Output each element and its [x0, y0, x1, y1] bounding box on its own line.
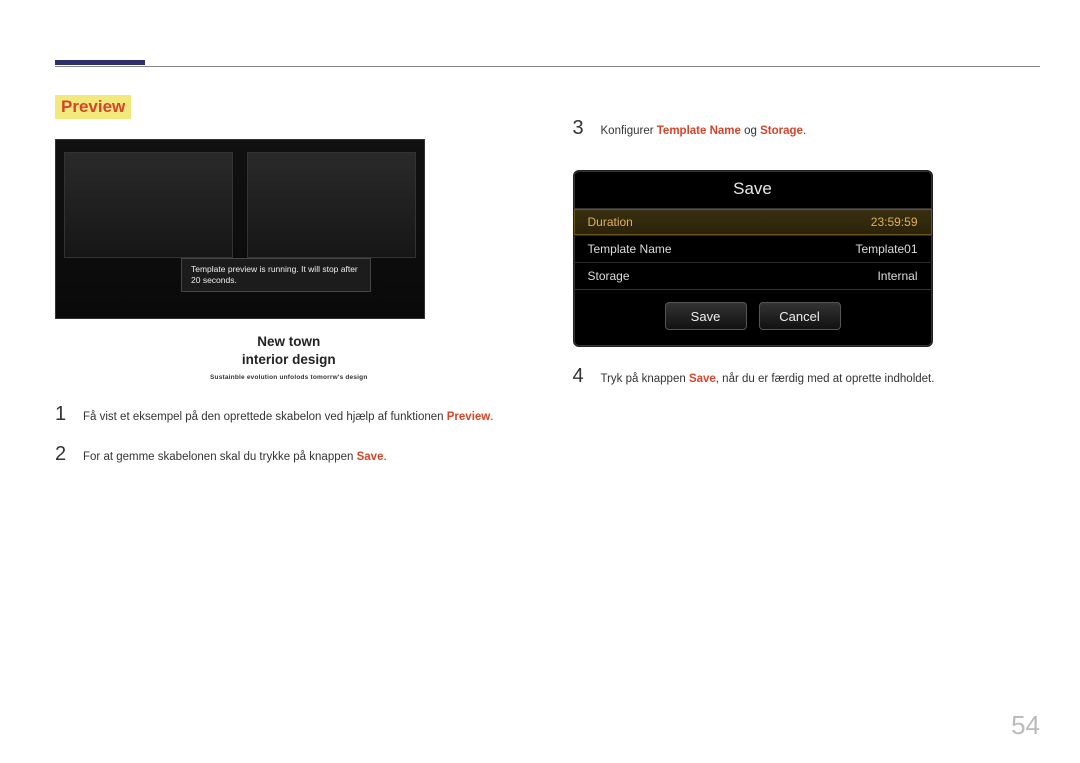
dialog-row-value: Template01 — [855, 242, 917, 256]
text-span: For at gemme skabelonen skal du trykke p… — [83, 451, 357, 463]
cancel-button[interactable]: Cancel — [759, 302, 841, 330]
step-text: Konfigurer Template Name og Storage. — [601, 123, 807, 140]
text-span: Tryk på knappen — [601, 373, 689, 385]
right-column: 3 Konfigurer Template Name og Storage. Sa… — [573, 95, 1041, 482]
dialog-row[interactable]: Duration 23:59:59 — [574, 209, 932, 236]
preview-toast: Template preview is running. It will sto… — [181, 258, 371, 292]
step-number: 4 — [573, 365, 587, 388]
dialog-row[interactable]: Template Name Template01 — [574, 236, 932, 263]
content-columns: Preview Template preview is running. It … — [55, 95, 1040, 482]
step-number: 2 — [55, 443, 69, 466]
preview-caption: New town interior design Sustainble evol… — [55, 333, 523, 381]
highlight-text: Save — [357, 451, 384, 463]
step-item: 3 Konfigurer Template Name og Storage. — [573, 117, 1041, 140]
preview-screenshot: Template preview is running. It will sto… — [55, 139, 425, 319]
step-number: 3 — [573, 117, 587, 140]
preview-panel-left — [64, 152, 233, 258]
dialog-row[interactable]: Storage Internal — [574, 263, 932, 289]
dialog-rows: Duration 23:59:59 Template Name Template01 S… — [574, 208, 932, 290]
right-step-4: 4 Tryk på knappen Save, når du er færdig … — [573, 365, 1041, 388]
header-accent-bar — [55, 60, 145, 65]
preview-background: Template preview is running. It will sto… — [56, 140, 424, 318]
text-span: Konfigurer — [601, 125, 657, 137]
step-text: Tryk på knappen Save, når du er færdig m… — [601, 371, 935, 388]
highlight-text: Preview — [447, 411, 490, 423]
text-span: Få vist et eksempel på den oprettede ska… — [83, 411, 447, 423]
caption-line2: interior design — [55, 351, 523, 369]
highlight-text: Save — [689, 373, 716, 385]
save-dialog: Save Duration23:59:59Template NameTempla… — [573, 170, 933, 347]
dialog-row-label: Storage — [588, 269, 630, 283]
text-span: . — [490, 411, 493, 423]
step-text: For at gemme skabelonen skal du trykke p… — [83, 449, 387, 466]
text-span: , når du er færdig med at oprette indhol… — [716, 373, 935, 385]
caption-subtitle: Sustainble evolution unfolods tomorrw's … — [55, 374, 523, 381]
dialog-row-value: Internal — [877, 269, 917, 283]
page-number: 54 — [1011, 710, 1040, 741]
step-item: 4 Tryk på knappen Save, når du er færdig … — [573, 365, 1041, 388]
step-number: 1 — [55, 403, 69, 426]
highlight-text: Storage — [760, 125, 803, 137]
left-steps: 1 Få vist et eksempel på den oprettede sk… — [55, 403, 523, 466]
step-item: 1 Få vist et eksempel på den oprettede sk… — [55, 403, 523, 426]
text-span: . — [383, 451, 386, 463]
dialog-row-label: Template Name — [588, 242, 672, 256]
preview-panel-right — [247, 152, 416, 258]
section-title: Preview — [55, 95, 131, 119]
caption-line1: New town — [55, 333, 523, 351]
header-rule — [55, 66, 1040, 67]
save-button[interactable]: Save — [665, 302, 747, 330]
step-text: Få vist et eksempel på den oprettede ska… — [83, 409, 493, 426]
right-step-3: 3 Konfigurer Template Name og Storage. — [573, 117, 1041, 140]
left-column: Preview Template preview is running. It … — [55, 95, 523, 482]
dialog-title: Save — [574, 171, 932, 208]
dialog-row-value: 23:59:59 — [871, 215, 918, 229]
text-span: . — [803, 125, 806, 137]
text-span: og — [741, 125, 760, 137]
step-item: 2 For at gemme skabelonen skal du trykke … — [55, 443, 523, 466]
dialog-row-label: Duration — [588, 215, 633, 229]
highlight-text: Template Name — [657, 125, 741, 137]
dialog-buttons: Save Cancel — [574, 290, 932, 332]
